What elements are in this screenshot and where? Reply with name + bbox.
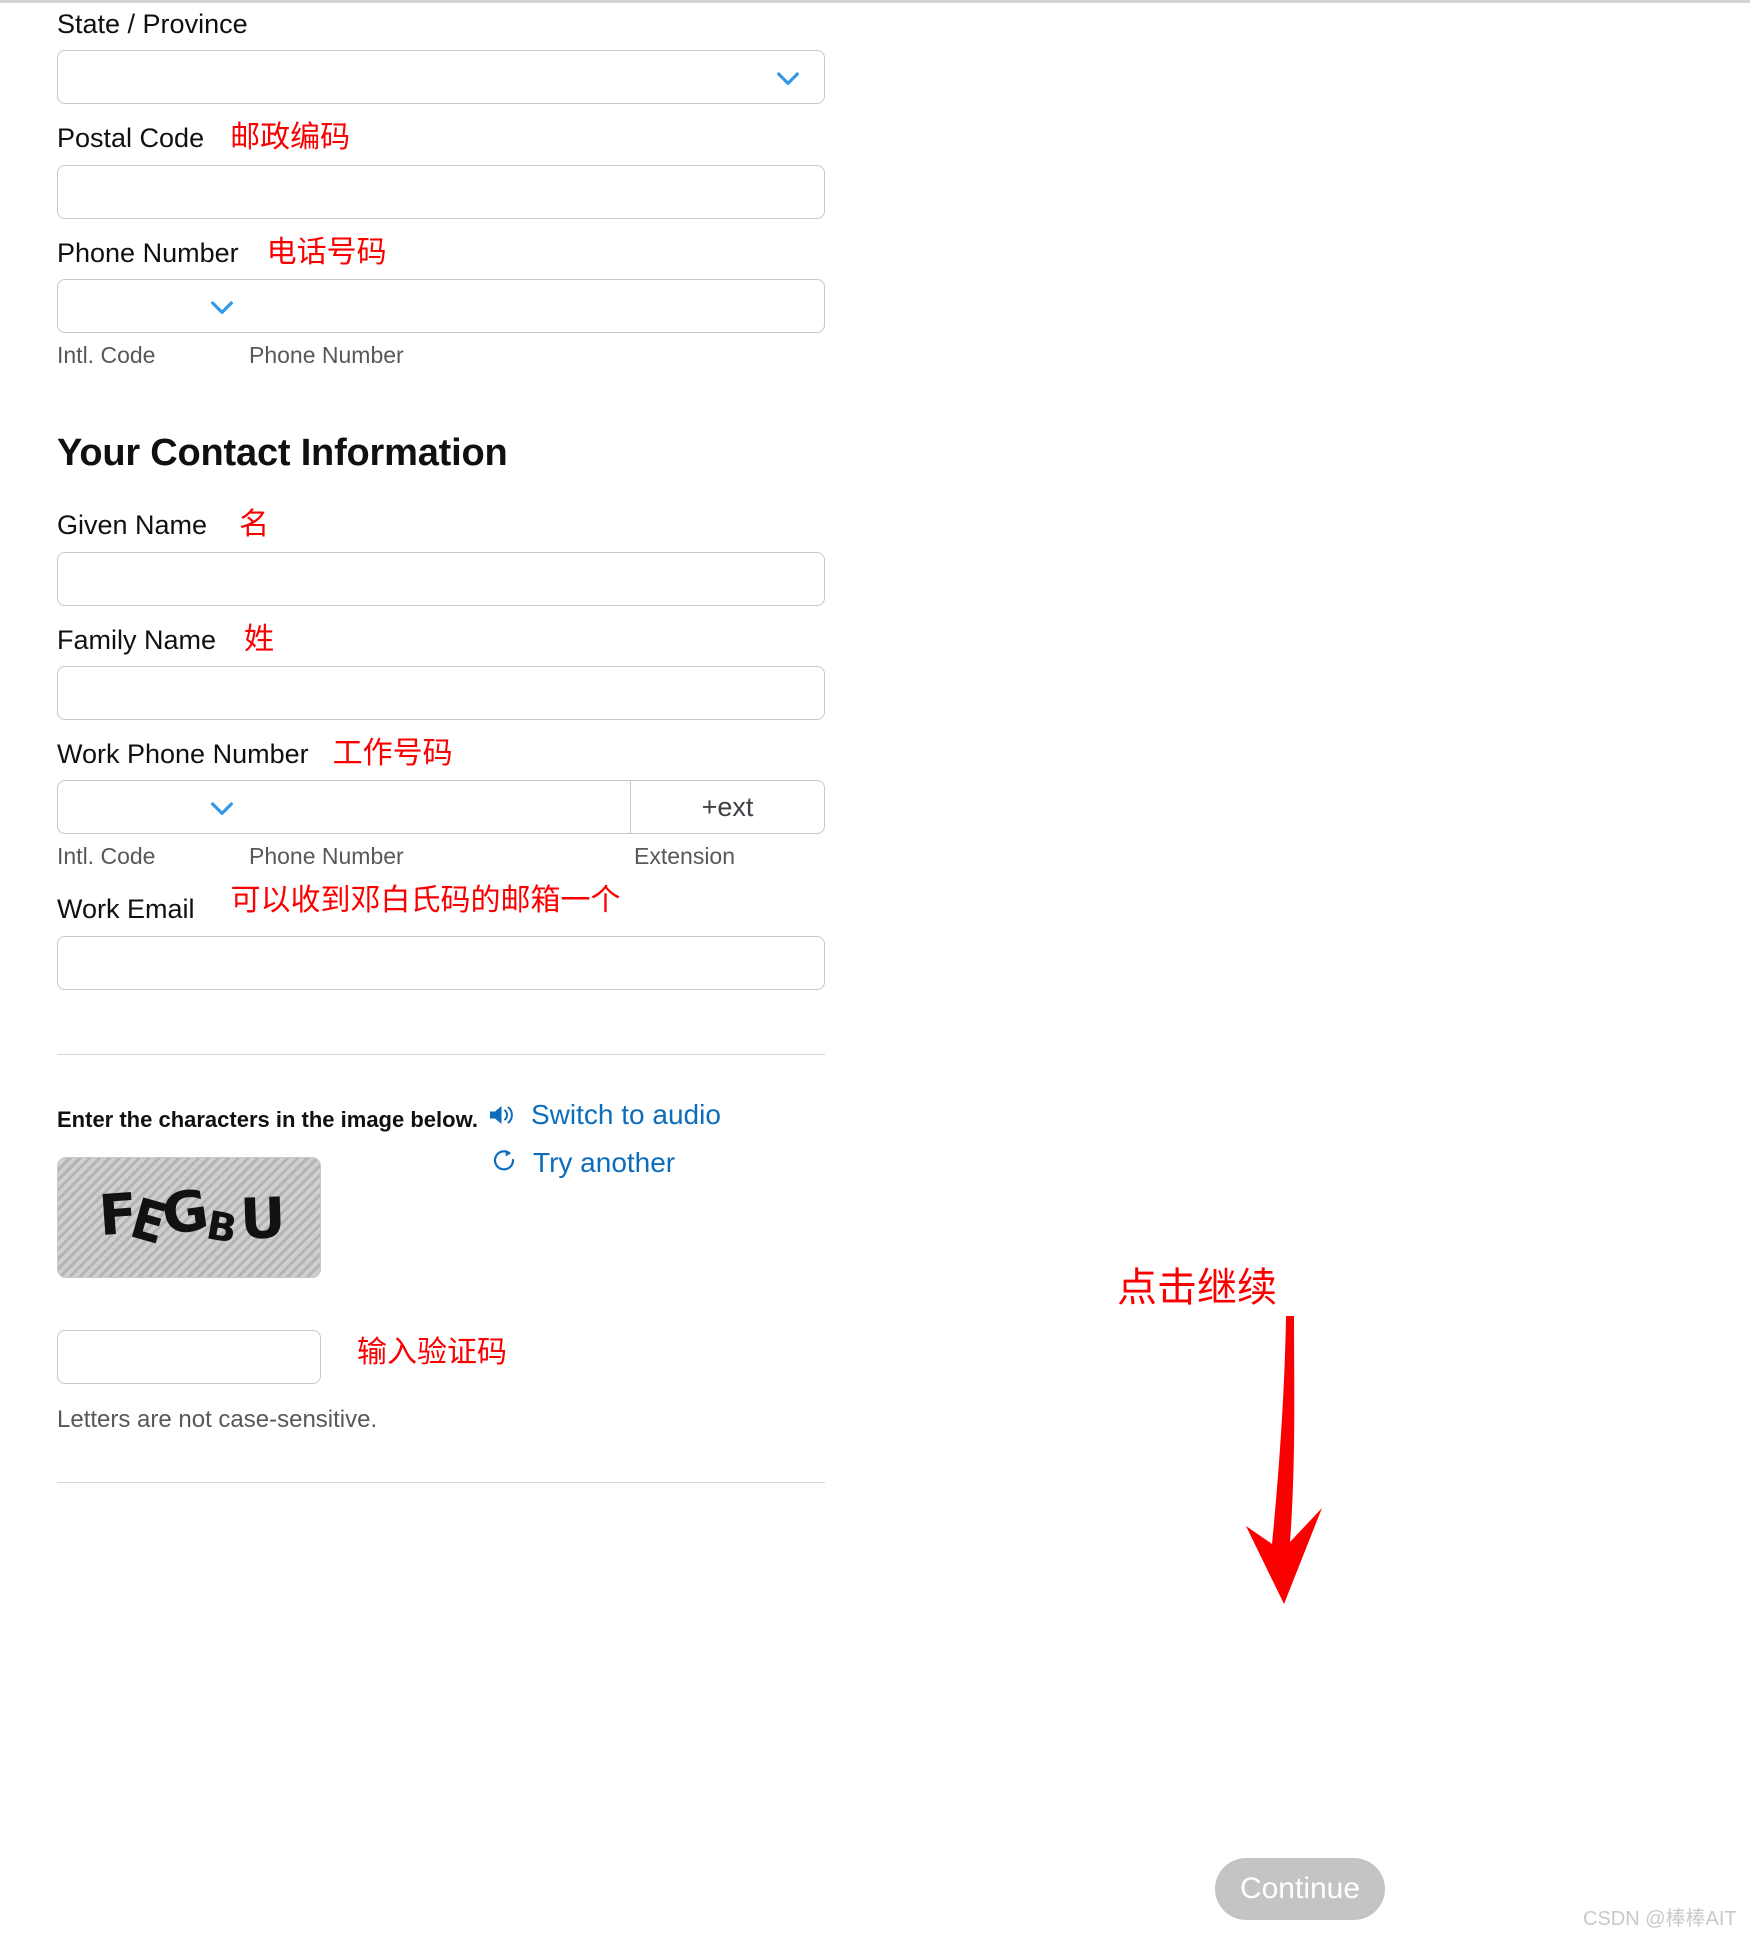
phone-number-label: Phone Number 电话号码 <box>57 237 825 269</box>
chevron-down-icon <box>206 291 238 323</box>
given-name-label-text: Given Name <box>57 510 208 541</box>
work-phone-extension-placeholder: +ext <box>701 791 754 822</box>
work-email-annotation: 可以收到邓白氏码的邮箱一个 <box>230 884 621 918</box>
given-name-label: Given Name 名 <box>57 509 825 541</box>
work-phone-sublabels: Intl. Code Phone Number Extension <box>57 843 825 877</box>
work-phone-extension-input[interactable]: +ext <box>630 781 824 834</box>
work-phone-annotation: 工作号码 <box>332 736 453 770</box>
chevron-down-icon <box>206 792 238 824</box>
work-phone-intl-code-sublabel: Intl. Code <box>57 843 156 870</box>
top-divider <box>0 0 1750 3</box>
work-email-label: Work Email 可以收到邓白氏码的邮箱一个 <box>57 886 825 925</box>
captcha-actions: Switch to audio Try another <box>487 1099 721 1179</box>
postal-code-label: Postal Code 邮政编码 <box>57 122 825 154</box>
captcha-image-characters: FEGBU <box>96 1178 281 1257</box>
family-name-label: Family Name 姓 <box>57 624 825 656</box>
family-name-annotation: 姓 <box>244 622 275 656</box>
phone-number-group <box>57 279 825 334</box>
work-phone-label: Work Phone Number 工作号码 <box>57 738 825 770</box>
postal-code-annotation: 邮政编码 <box>230 121 351 155</box>
given-name-input[interactable] <box>57 551 825 606</box>
state-province-label-text: State / Province <box>57 9 248 39</box>
postal-code-label-text: Postal Code <box>57 123 205 154</box>
captcha-input[interactable] <box>57 1329 321 1384</box>
captcha-image: FEGBU <box>57 1156 321 1278</box>
form-column: State / Province Postal Code 邮政编码 Phone … <box>57 8 825 1483</box>
postal-code-input[interactable] <box>57 164 825 219</box>
work-email-label-text: Work Email <box>57 894 195 925</box>
page-root: State / Province Postal Code 邮政编码 Phone … <box>0 0 1750 1936</box>
captcha-block: Enter the characters in the image below.… <box>57 1099 825 1434</box>
phone-number-sublabel: Phone Number <box>249 342 404 369</box>
chevron-down-icon <box>772 62 804 94</box>
phone-number-sublabels: Intl. Code Phone Number <box>57 342 825 376</box>
section-divider-2 <box>57 1481 825 1483</box>
captcha-input-row: 输入验证码 <box>57 1329 825 1384</box>
speaker-icon <box>487 1101 517 1129</box>
given-name-annotation: 名 <box>239 508 270 542</box>
family-name-input[interactable] <box>57 665 825 720</box>
state-province-select[interactable] <box>57 50 825 105</box>
section-divider-1 <box>57 1053 825 1055</box>
red-arrow-icon <box>1228 1312 1348 1612</box>
captcha-case-note: Letters are not case-sensitive. <box>57 1405 378 1433</box>
phone-number-intl-select[interactable] <box>58 280 824 332</box>
work-phone-group: +ext <box>57 780 825 835</box>
work-phone-intl-select[interactable] <box>58 781 630 833</box>
phone-number-annotation: 电话号码 <box>266 235 387 269</box>
switch-to-audio-label: Switch to audio <box>531 1098 721 1130</box>
work-email-input[interactable] <box>57 935 825 990</box>
try-another-label: Try another <box>533 1146 676 1178</box>
work-phone-number-sublabel: Phone Number <box>249 843 404 870</box>
try-another-link[interactable]: Try another <box>491 1147 721 1179</box>
refresh-icon <box>491 1148 519 1178</box>
contact-section-title: Your Contact Information <box>57 432 508 475</box>
state-province-label: State / Province <box>57 8 825 40</box>
continue-annotation: 点击继续 <box>1117 1266 1277 1310</box>
continue-button[interactable]: Continue <box>1215 1858 1385 1920</box>
continue-button-label: Continue <box>1239 1872 1361 1905</box>
watermark: CSDN @棒棒AIT <box>1583 1908 1737 1930</box>
work-phone-extension-sublabel: Extension <box>634 843 736 870</box>
work-phone-label-text: Work Phone Number <box>57 738 309 769</box>
switch-to-audio-link[interactable]: Switch to audio <box>487 1099 721 1131</box>
family-name-label-text: Family Name <box>57 624 217 655</box>
phone-number-label-text: Phone Number <box>57 237 239 268</box>
phone-intl-code-sublabel: Intl. Code <box>57 342 156 369</box>
captcha-input-annotation: 输入验证码 <box>357 1335 507 1369</box>
